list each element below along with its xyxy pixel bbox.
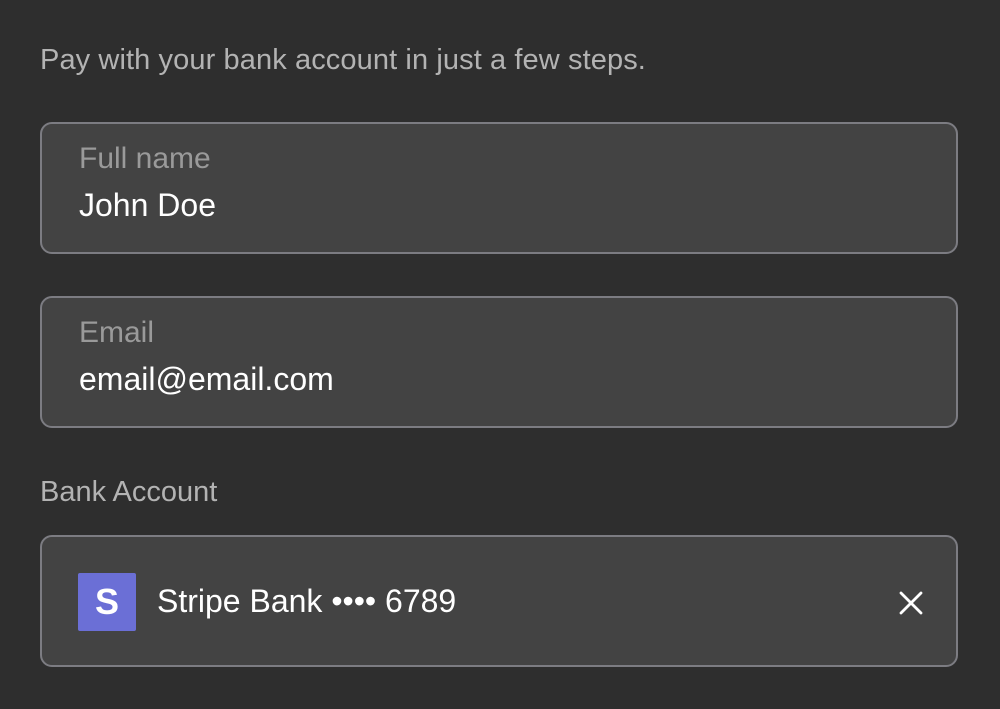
bank-account-item[interactable]: S Stripe Bank •••• 6789 — [40, 535, 958, 667]
full-name-field[interactable]: Full name John Doe — [40, 122, 958, 254]
bank-account-label: Bank Account — [40, 476, 218, 508]
email-label: Email — [79, 316, 155, 349]
email-field[interactable]: Email email@email.com — [40, 296, 958, 428]
full-name-input[interactable]: John Doe — [79, 187, 216, 224]
full-name-label: Full name — [79, 142, 211, 175]
email-input[interactable]: email@email.com — [79, 361, 334, 398]
stripe-logo-letter: S — [95, 584, 119, 620]
close-icon[interactable] — [899, 591, 923, 615]
stripe-logo-icon: S — [78, 573, 136, 631]
remove-bank-account-button[interactable] — [894, 586, 928, 620]
intro-text: Pay with your bank account in just a few… — [40, 44, 646, 76]
bank-account-display: Stripe Bank •••• 6789 — [157, 583, 457, 619]
stripe-logo-glyph: S — [95, 584, 119, 620]
